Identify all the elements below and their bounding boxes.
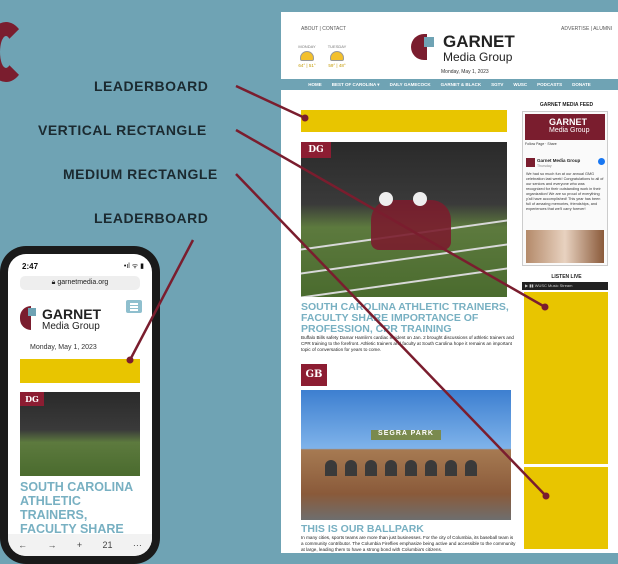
- article2-excerpt: In many cities, sports teams are more th…: [301, 535, 516, 552]
- status-icons: •ıl ᯤ ▮: [123, 263, 144, 270]
- hamburger-menu-icon[interactable]: [126, 300, 142, 313]
- partly-cloudy-icon: [330, 51, 344, 61]
- logo-title[interactable]: GARNET: [443, 32, 515, 52]
- forward-icon[interactable]: →: [48, 540, 57, 550]
- weather-day: TUESDAY: [327, 44, 347, 49]
- mobile-logo-title[interactable]: GARNET: [42, 306, 101, 322]
- nav-daily-gamecock[interactable]: DAILY GAMECOCK: [390, 82, 431, 87]
- listen-live-title: LISTEN LIVE: [551, 274, 582, 280]
- label-leaderboard-mobile: LEADERBOARD: [94, 210, 209, 226]
- facebook-icon: [598, 158, 605, 165]
- nav-donate[interactable]: DONATE: [572, 82, 591, 87]
- nav-home[interactable]: HOME: [308, 82, 322, 87]
- garnet-logo-icon[interactable]: [411, 34, 437, 60]
- status-time: 2:47: [22, 262, 39, 271]
- top-links-left[interactable]: ABOUT | CONTACT: [301, 26, 346, 32]
- tabs-count-icon[interactable]: 21: [102, 540, 112, 550]
- ballpark-sign: SEGRA PARK: [371, 430, 441, 440]
- url-text: garnetmedia.org: [57, 279, 109, 286]
- fb-post-author[interactable]: Garnet Media Group: [537, 158, 580, 163]
- phone-mockup: 2:47 •ıl ᯤ ▮ 🔒︎ garnetmedia.org GARNET M…: [0, 246, 160, 564]
- leaderboard-ad-slot: [301, 110, 507, 132]
- fb-post-text: We had so much fun at our annual GMG cel…: [526, 172, 604, 211]
- article1-excerpt: Buffalo Bills safety Damar Hamlin's card…: [301, 335, 514, 352]
- fb-post-image[interactable]: [526, 230, 604, 263]
- phone-screen: 2:47 •ıl ᯤ ▮ 🔒︎ garnetmedia.org GARNET M…: [8, 254, 152, 556]
- mobile-logo-subtitle: Media Group: [42, 321, 100, 332]
- nav-podcasts[interactable]: PODCASTS: [537, 82, 562, 87]
- article2-title[interactable]: THIS IS OUR BALLPARK: [301, 523, 424, 535]
- gb-badge: GB: [301, 364, 327, 386]
- feed-title: GARNET MEDIA FEED: [539, 102, 594, 108]
- back-icon[interactable]: ←: [18, 540, 27, 550]
- garnet-logo-icon[interactable]: [20, 306, 38, 330]
- avatar: [526, 158, 535, 167]
- article1-title[interactable]: SOUTH CAROLINA ATHLETIC TRAINERS, FACULT…: [301, 302, 516, 335]
- main-nav: HOME BEST OF CAROLINA ▾ DAILY GAMECOCK G…: [281, 79, 618, 90]
- fb-post-date: Thursday: [537, 164, 552, 168]
- weather-temp: 59° | 48°: [328, 63, 346, 68]
- ballpark-photo[interactable]: SEGRA PARK: [301, 390, 511, 520]
- weather-monday: MONDAY 64° | 51°: [295, 44, 319, 68]
- label-medium-rectangle: MEDIUM RECTANGLE: [63, 166, 218, 182]
- play-icon[interactable]: ▶ ▮▮ WUSC Music Stream: [525, 283, 572, 288]
- vertical-rectangle-ad-slot: [524, 292, 608, 464]
- mobile-leaderboard-ad-slot: [20, 359, 140, 383]
- mobile-date: Monday, May 1, 2023: [30, 344, 97, 351]
- weather-day: MONDAY: [298, 44, 316, 49]
- header-date: Monday, May 1, 2023: [441, 69, 489, 75]
- fb-cover-subtitle: Media Group: [549, 127, 590, 134]
- brand-logo-fragment: [0, 22, 26, 82]
- weather-temp: 64° | 51°: [298, 63, 316, 68]
- fb-cover-title: GARNET: [549, 117, 587, 127]
- fb-follow-share[interactable]: Follow Page · Share: [525, 142, 557, 146]
- nav-best-of-carolina[interactable]: BEST OF CAROLINA ▾: [332, 82, 380, 88]
- label-leaderboard-top: LEADERBOARD: [94, 78, 209, 94]
- logo-subtitle: Media Group: [443, 50, 513, 64]
- audio-player[interactable]: ▶ ▮▮ WUSC Music Stream: [522, 282, 608, 290]
- weather-tuesday: TUESDAY 59° | 48°: [325, 44, 349, 68]
- fb-cover: GARNET Media Group: [525, 114, 605, 140]
- desktop-page-preview: ABOUT | CONTACT ADVERTISE | ALUMNI MONDA…: [281, 12, 618, 553]
- dg-badge: DG: [301, 142, 331, 158]
- top-links-right[interactable]: ADVERTISE | ALUMNI: [561, 26, 612, 32]
- facebook-feed-widget[interactable]: GARNET Media Group Follow Page · Share G…: [522, 111, 608, 266]
- nav-garnet-black[interactable]: GARNET & BLACK: [441, 82, 482, 87]
- nav-wusc[interactable]: WUSC: [513, 82, 527, 87]
- medium-rectangle-ad-slot: [524, 467, 608, 549]
- mobile-dg-badge: DG: [20, 392, 44, 406]
- label-vertical-rectangle: VERTICAL RECTANGLE: [38, 122, 207, 138]
- partly-cloudy-icon: [300, 51, 314, 61]
- nav-sgtv[interactable]: SGTV: [491, 82, 503, 87]
- more-icon[interactable]: ···: [133, 540, 142, 550]
- address-bar[interactable]: 🔒︎ garnetmedia.org: [20, 276, 140, 290]
- football-photo[interactable]: [301, 142, 507, 297]
- new-tab-icon[interactable]: +: [77, 540, 82, 550]
